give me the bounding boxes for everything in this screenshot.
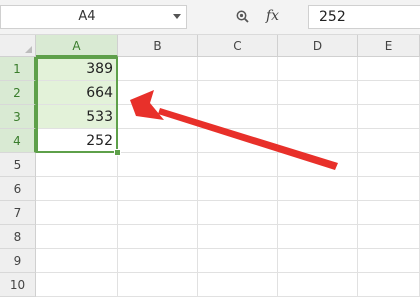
arrow-shaft — [158, 108, 338, 170]
red-arrow-annotation — [130, 90, 338, 170]
arrow-head — [130, 90, 164, 120]
